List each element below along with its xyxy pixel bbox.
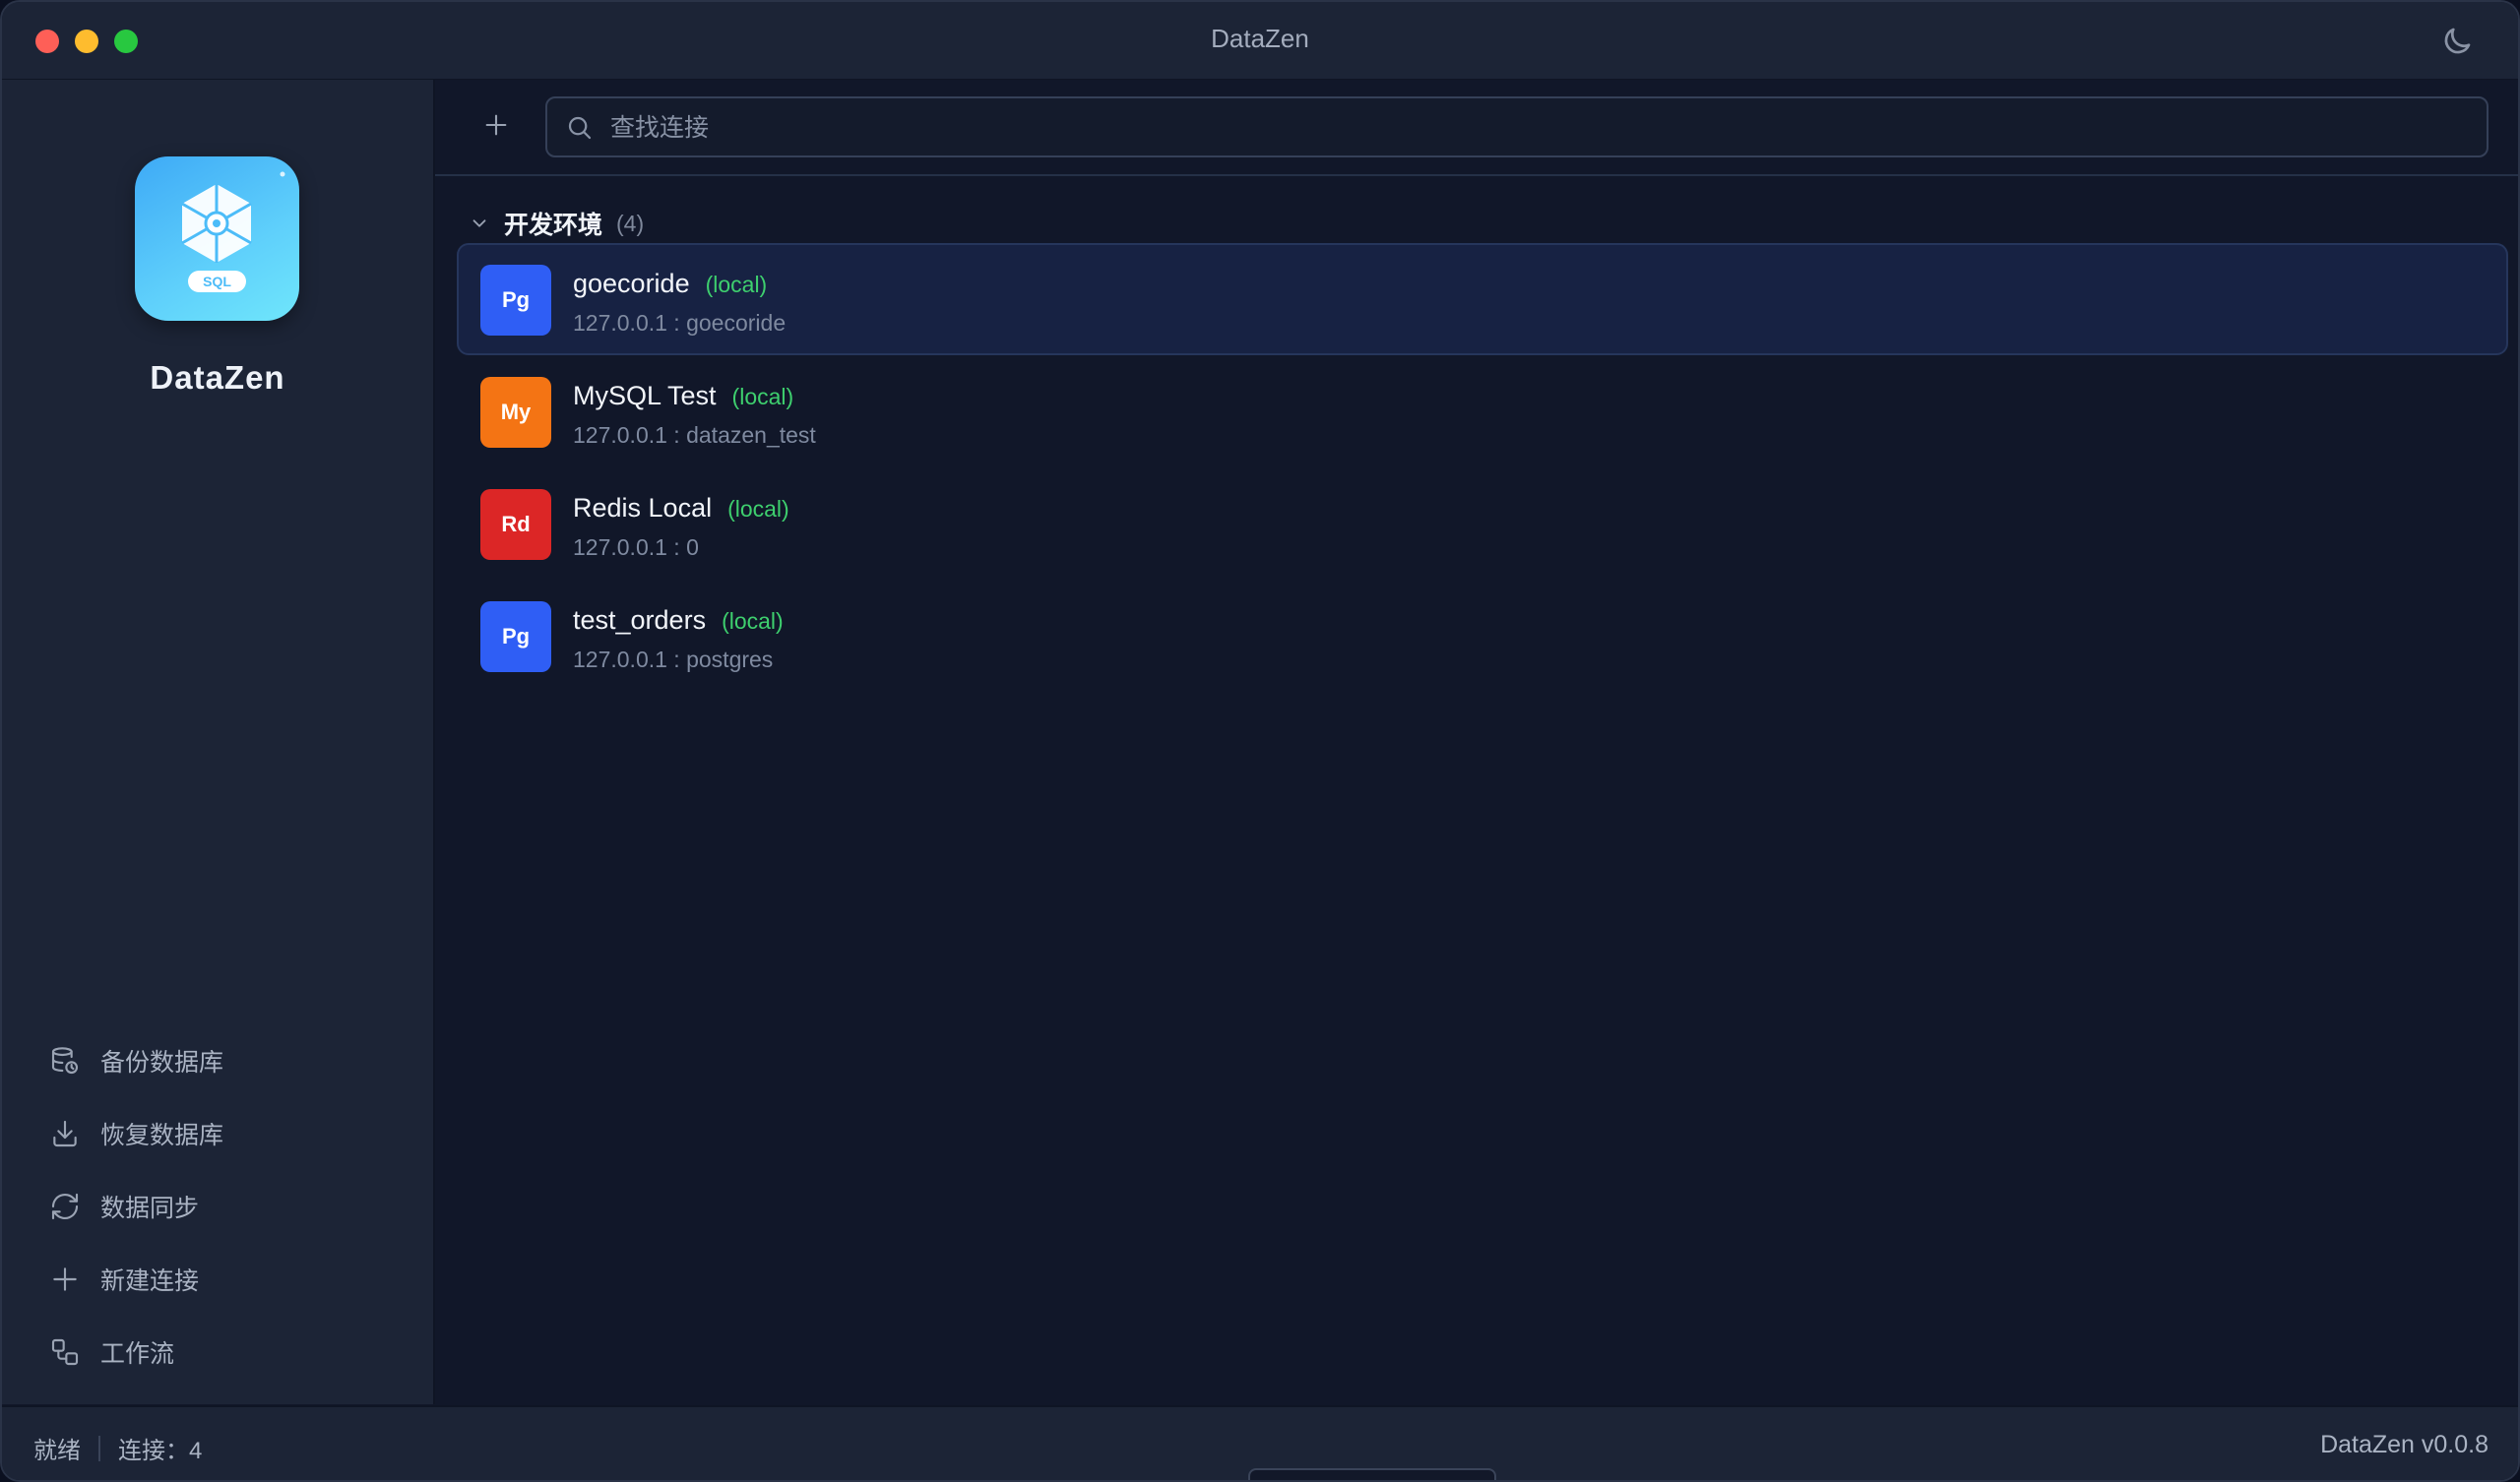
group-title: 开发环境 xyxy=(504,212,603,239)
connection-item[interactable]: Pg goecoride (local) 127.0.0.1 : goecorid… xyxy=(457,243,2508,355)
local-tag: (local) xyxy=(727,496,789,522)
database-backup-icon xyxy=(51,1047,79,1075)
group-count: (4) xyxy=(616,210,645,236)
sidebar-item-label: 新建连接 xyxy=(100,1267,200,1295)
db-type-badge: Rd xyxy=(480,489,551,560)
connection-name: test_orders (local) xyxy=(573,605,784,635)
local-tag: (local) xyxy=(722,608,784,634)
connection-name: MySQL Test (local) xyxy=(573,381,794,410)
app-name: DataZen xyxy=(150,359,285,396)
sidebar: SQL DataZen 备份数据库 恢复数据库 数据同步 新建连接 工作流 xyxy=(2,80,435,1404)
connection-name: Redis Local (local) xyxy=(573,493,789,523)
sidebar-item-new-connection[interactable]: 新建连接 xyxy=(2,1243,433,1316)
sidebar-nav: 备份数据库 恢复数据库 数据同步 新建连接 工作流 xyxy=(2,1024,433,1389)
db-type-badge: Pg xyxy=(480,601,551,672)
sidebar-item-restore[interactable]: 恢复数据库 xyxy=(2,1097,433,1170)
status-left: 就绪 连接：4 xyxy=(33,1431,202,1465)
status-text: 就绪 xyxy=(33,1438,81,1464)
sidebar-item-label: 备份数据库 xyxy=(100,1049,224,1077)
sidebar-item-sync[interactable]: 数据同步 xyxy=(2,1170,433,1243)
sql-hexagon-icon: SQL xyxy=(181,171,285,292)
sidebar-item-label: 恢复数据库 xyxy=(100,1122,224,1149)
sidebar-item-label: 数据同步 xyxy=(100,1195,200,1222)
app-logo: SQL xyxy=(135,156,299,321)
connection-item[interactable]: Rd Redis Local (local) 127.0.0.1 : 0 xyxy=(457,467,2508,580)
window-title: DataZen xyxy=(1211,24,1309,53)
plus-icon xyxy=(53,1267,77,1291)
sidebar-item-label: 工作流 xyxy=(100,1340,175,1368)
sidebar-item-workflow[interactable]: 工作流 xyxy=(2,1316,433,1389)
db-type-badge: My xyxy=(480,377,551,448)
sync-icon xyxy=(51,1193,79,1220)
connection-name: goecoride (local) xyxy=(573,269,768,298)
download-icon xyxy=(53,1120,77,1147)
search-input[interactable] xyxy=(608,98,2463,157)
connection-item[interactable]: My MySQL Test (local) 127.0.0.1 : datazen… xyxy=(457,355,2508,467)
connection-address: 127.0.0.1 : datazen_test xyxy=(573,422,816,448)
version-label: DataZen v0.0.8 xyxy=(2320,1431,2488,1458)
moon-icon[interactable] xyxy=(2439,24,2475,59)
connection-address: 127.0.0.1 : goecoride xyxy=(573,310,787,336)
search-box xyxy=(545,96,2488,157)
connection-count: 连接：4 xyxy=(118,1438,203,1464)
plus-icon xyxy=(485,114,507,136)
svg-text:SQL: SQL xyxy=(203,274,231,289)
workflow-icon xyxy=(51,1338,79,1366)
status-divider xyxy=(98,1435,100,1461)
local-tag: (local) xyxy=(731,384,794,409)
connection-address: 127.0.0.1 : 0 xyxy=(573,534,699,560)
search-icon xyxy=(568,116,592,140)
connection-list: Pg goecoride (local) 127.0.0.1 : goecorid… xyxy=(457,243,2508,692)
title-bar: DataZen xyxy=(2,2,2518,80)
sidebar-item-backup[interactable]: 备份数据库 xyxy=(2,1024,433,1097)
connection-address: 127.0.0.1 : postgres xyxy=(573,647,774,672)
add-connection-button[interactable] xyxy=(476,105,516,145)
app-window: DataZen SQL DataZen 备份数据库 恢复数据库 数据同步 新建连… xyxy=(0,0,2520,1482)
local-tag: (local) xyxy=(705,272,768,297)
db-type-badge: Pg xyxy=(480,265,551,336)
bottom-drag-handle[interactable] xyxy=(1248,1468,1496,1480)
toolbar xyxy=(435,80,2518,176)
chevron-down-icon xyxy=(472,219,486,227)
main-panel: 开发环境 (4) Pg goecoride(local) 127.0.0.1 :… xyxy=(435,80,2518,1404)
connection-item[interactable]: Pg test_orders (local) 127.0.0.1 : postgr… xyxy=(457,580,2508,692)
